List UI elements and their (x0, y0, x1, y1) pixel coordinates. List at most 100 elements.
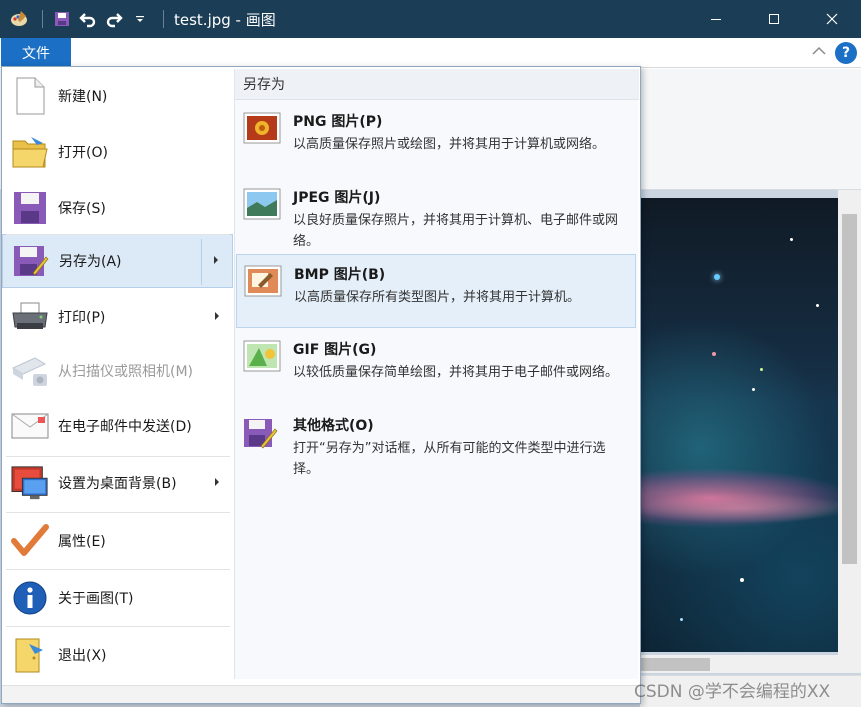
menu-item-from-scanner: 从扫描仪或照相机(M) (2, 343, 233, 399)
option-title: GIF 图片(G) (293, 342, 377, 358)
menu-item-label: 关于画图(T) (58, 591, 134, 607)
submenu-arrow-icon[interactable] (214, 256, 218, 264)
customize-dropdown-icon[interactable] (129, 8, 151, 30)
file-menu-footer (2, 685, 640, 703)
star (712, 352, 716, 356)
divider (6, 234, 230, 235)
menu-item-save[interactable]: 保存(S) (2, 180, 233, 236)
close-button[interactable] (803, 0, 861, 38)
option-title: JPEG 图片(J) (293, 190, 381, 206)
bmp-image-icon (244, 265, 282, 299)
png-image-icon (243, 112, 281, 146)
other-formats-icon (243, 416, 281, 450)
star (816, 304, 819, 307)
file-menu-commands: 新建(N) 打开(O) 保存(S) 另存为(A) 打印(P) 从扫描仪或照相机(… (2, 67, 233, 685)
separator (42, 10, 43, 28)
save-as-icon (12, 242, 50, 280)
info-icon (11, 579, 49, 617)
submenu-heading: 另存为 (235, 69, 639, 100)
file-menu: 新建(N) 打开(O) 保存(S) 另存为(A) 打印(P) 从扫描仪或照相机(… (1, 66, 641, 704)
save-as-other-formats-option[interactable]: 其他格式(O) 打开“另存为”对话框，从所有可能的文件类型中进行选择。 (236, 406, 636, 480)
star (740, 578, 744, 582)
star (680, 618, 683, 621)
separator (163, 10, 164, 28)
menu-item-save-as[interactable]: 另存为(A) (2, 234, 233, 288)
menu-item-open[interactable]: 打开(O) (2, 124, 233, 180)
watermark: CSDN @学不会编程的XX (634, 682, 831, 702)
submenu-arrow-icon[interactable] (215, 478, 219, 486)
menu-item-label: 属性(E) (58, 534, 106, 550)
new-file-icon (11, 77, 49, 115)
file-tab[interactable]: 文件 (1, 38, 71, 67)
maximize-button[interactable] (745, 0, 803, 38)
menu-item-print[interactable]: 打印(P) (2, 289, 233, 345)
ribbon-right-controls: ? (811, 42, 857, 64)
collapse-ribbon-icon[interactable] (811, 45, 827, 61)
divider (6, 512, 230, 513)
menu-item-label: 打开(O) (58, 145, 108, 161)
minimize-icon (711, 19, 721, 20)
submenu-arrow-icon[interactable] (215, 312, 219, 320)
ribbon-tab-bar: 文件 ? (0, 38, 861, 68)
undo-icon[interactable] (77, 8, 99, 30)
minimize-button[interactable] (687, 0, 745, 38)
save-icon[interactable] (51, 8, 73, 30)
save-as-bmp-option[interactable]: BMP 图片(B) 以高质量保存所有类型图片，并将其用于计算机。 (236, 254, 636, 328)
menu-item-label: 打印(P) (58, 310, 106, 326)
menu-item-new[interactable]: 新建(N) (2, 68, 233, 124)
star (714, 274, 720, 280)
gif-image-icon (243, 340, 281, 374)
option-title: BMP 图片(B) (294, 267, 386, 283)
canvas-image[interactable] (640, 198, 838, 652)
split-divider (201, 239, 202, 285)
divider (6, 569, 230, 570)
menu-item-exit[interactable]: 退出(X) (2, 627, 233, 683)
option-description: 以良好质量保存照片，并将其用于计算机、电子邮件或网络。 (293, 213, 619, 249)
maximize-icon (769, 14, 779, 24)
option-description: 以较低质量保存简单绘图，并将其用于电子邮件或网络。 (293, 365, 619, 380)
email-icon (11, 407, 49, 445)
menu-item-label: 保存(S) (58, 201, 106, 217)
menu-item-set-desktop-background[interactable]: 设置为桌面背景(B) (2, 455, 233, 511)
star (752, 388, 755, 391)
title-bar: test.jpg - 画图 (0, 0, 861, 38)
menu-item-label: 在电子邮件中发送(D) (58, 419, 192, 435)
option-title: PNG 图片(P) (293, 114, 383, 130)
floppy-disk-icon (11, 189, 49, 227)
paint-app-icon[interactable] (8, 8, 30, 30)
star (790, 238, 793, 241)
vertical-scroll-thumb[interactable] (842, 214, 857, 564)
menu-item-about-paint[interactable]: 关于画图(T) (2, 570, 233, 626)
quick-access-toolbar (0, 0, 172, 38)
open-folder-icon (11, 133, 49, 171)
window-controls (687, 0, 861, 38)
horizontal-scroll-thumb[interactable] (640, 658, 710, 671)
menu-item-label: 从扫描仪或照相机(M) (58, 364, 194, 380)
menu-item-label: 退出(X) (58, 648, 107, 664)
save-as-png-option[interactable]: PNG 图片(P) 以高质量保存照片或绘图，并将其用于计算机或网络。 (236, 102, 636, 176)
help-button[interactable]: ? (835, 42, 857, 64)
star (760, 368, 763, 371)
jpeg-image-icon (243, 188, 281, 222)
menu-item-label: 另存为(A) (59, 254, 122, 270)
save-as-submenu: 另存为 PNG 图片(P) 以高质量保存照片或绘图，并将其用于计算机或网络。 J… (234, 69, 639, 679)
option-description: 打开“另存为”对话框，从所有可能的文件类型中进行选择。 (293, 441, 606, 477)
close-icon (826, 13, 838, 25)
option-description: 以高质量保存所有类型图片，并将其用于计算机。 (294, 290, 581, 305)
divider (6, 626, 230, 627)
menu-item-properties[interactable]: 属性(E) (2, 513, 233, 569)
divider (6, 456, 230, 457)
properties-checkmark-icon (11, 522, 49, 560)
menu-item-label: 设置为桌面背景(B) (58, 476, 177, 492)
save-as-gif-option[interactable]: GIF 图片(G) 以较低质量保存简单绘图，并将其用于电子邮件或网络。 (236, 330, 636, 404)
printer-icon (11, 298, 49, 336)
save-as-jpeg-option[interactable]: JPEG 图片(J) 以良好质量保存照片，并将其用于计算机、电子邮件或网络。 (236, 178, 636, 252)
window-title: test.jpg - 画图 (174, 10, 276, 29)
exit-icon (11, 636, 49, 674)
option-description: 以高质量保存照片或绘图，并将其用于计算机或网络。 (293, 137, 606, 152)
option-title: 其他格式(O) (293, 418, 374, 434)
menu-item-label: 新建(N) (58, 89, 108, 105)
scanner-icon (11, 352, 49, 390)
menu-item-send-email[interactable]: 在电子邮件中发送(D) (2, 398, 233, 454)
redo-icon[interactable] (103, 8, 125, 30)
